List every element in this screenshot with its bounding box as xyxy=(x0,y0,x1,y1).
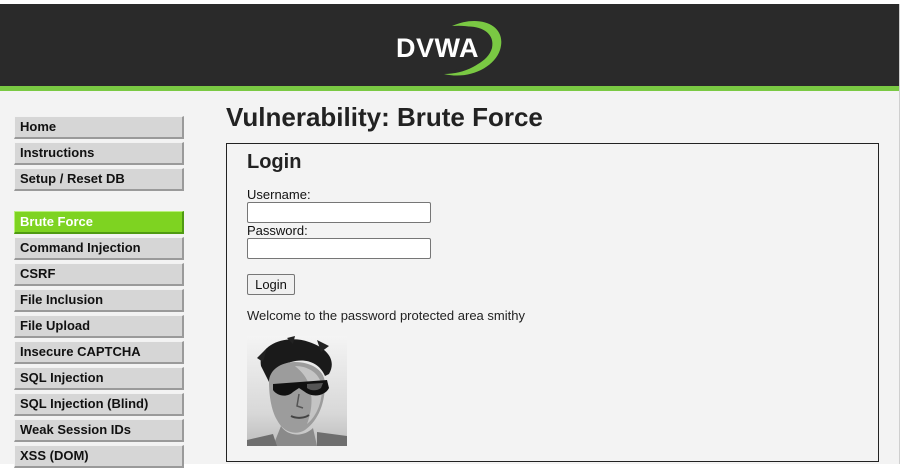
menu-item-insecure-captcha[interactable]: Insecure CAPTCHA xyxy=(14,341,184,364)
login-button[interactable]: Login xyxy=(247,274,295,295)
login-heading: Login xyxy=(247,151,302,173)
menu-item-brute-force[interactable]: Brute Force xyxy=(14,211,184,234)
dvwa-logo: DVWA xyxy=(396,20,502,76)
password-label: Password: xyxy=(247,223,308,238)
window-edge xyxy=(899,4,911,464)
menu-item-weak-session-ids[interactable]: Weak Session IDs xyxy=(14,419,184,442)
menu-item-file-upload[interactable]: File Upload xyxy=(14,315,184,338)
menu-item-sql-injection[interactable]: SQL Injection xyxy=(14,367,184,390)
page-title: Vulnerability: Brute Force xyxy=(226,102,543,132)
menu-item-xss-dom[interactable]: XSS (DOM) xyxy=(14,445,184,468)
welcome-message: Welcome to the password protected area s… xyxy=(247,308,525,323)
menu-item-sql-injection-blind[interactable]: SQL Injection (Blind) xyxy=(14,393,184,416)
menu-item-instructions[interactable]: Instructions xyxy=(14,142,184,165)
menu-item-home[interactable]: Home xyxy=(14,116,184,139)
password-input[interactable] xyxy=(247,238,431,259)
menu-item-command-injection[interactable]: Command Injection xyxy=(14,237,184,260)
login-panel: Login Username: Password: Login Welcome … xyxy=(226,143,879,462)
site-header: DVWA xyxy=(0,4,899,86)
menu-item-file-inclusion[interactable]: File Inclusion xyxy=(14,289,184,312)
username-label: Username: xyxy=(247,187,311,202)
username-input[interactable] xyxy=(247,202,431,223)
user-avatar-image xyxy=(247,336,347,446)
menu-item-setup-reset-db[interactable]: Setup / Reset DB xyxy=(14,168,184,191)
menu-item-csrf[interactable]: CSRF xyxy=(14,263,184,286)
svg-text:DVWA: DVWA xyxy=(396,33,479,63)
